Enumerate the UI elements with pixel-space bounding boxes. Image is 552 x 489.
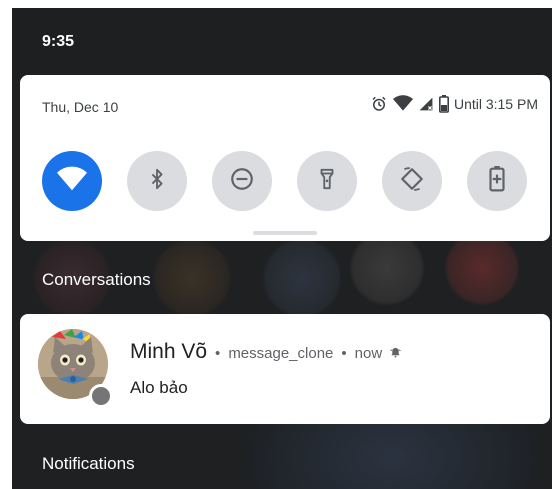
wifi-icon	[57, 166, 87, 197]
bluetooth-icon	[146, 166, 168, 197]
wifi-signal-icon	[392, 95, 413, 113]
notification-shade: 9:35 Thu, Dec 10 Until 3:15 PM Conversat…	[12, 8, 552, 489]
do-not-disturb-icon	[229, 166, 255, 197]
alarm-icon	[370, 95, 388, 113]
flashlight-icon	[316, 166, 338, 197]
flashlight-tile[interactable]	[297, 151, 357, 211]
notification-header: Minh Võ • message_clone • now	[130, 340, 401, 364]
notifications-header: Notifications	[42, 454, 135, 473]
quick-settings-panel: Thu, Dec 10 Until 3:15 PM	[20, 75, 550, 241]
do-not-disturb-tile[interactable]	[212, 151, 272, 211]
battery-estimate-text: Until 3:15 PM	[453, 96, 538, 112]
quick-settings-tiles	[42, 151, 527, 211]
panel-drag-handle[interactable]	[253, 231, 317, 235]
conversations-header: Conversations	[42, 270, 151, 289]
auto-rotate-tile[interactable]	[382, 151, 442, 211]
message-text: Alo bảo	[130, 378, 188, 397]
battery-icon	[438, 95, 449, 113]
sender-name: Minh Võ	[130, 340, 208, 363]
timestamp: now	[354, 345, 383, 362]
alert-bell-icon	[390, 346, 401, 361]
conversation-notification[interactable]: Minh Võ • message_clone • now Alo bảo	[20, 314, 550, 424]
auto-rotate-icon	[399, 166, 425, 197]
date-label: Thu, Dec 10	[42, 99, 119, 115]
cellular-signal-icon	[418, 95, 434, 113]
status-bar-time: 9:35	[42, 33, 75, 50]
separator-dot: •	[341, 345, 347, 362]
app-badge	[89, 384, 113, 408]
wifi-tile[interactable]	[42, 151, 102, 211]
separator-dot: •	[215, 345, 221, 362]
status-icons: Until 3:15 PM	[370, 95, 538, 113]
battery-saver-icon	[489, 165, 505, 197]
battery-saver-tile[interactable]	[467, 151, 527, 211]
bluetooth-tile[interactable]	[127, 151, 187, 211]
app-name: message_clone	[228, 345, 334, 362]
